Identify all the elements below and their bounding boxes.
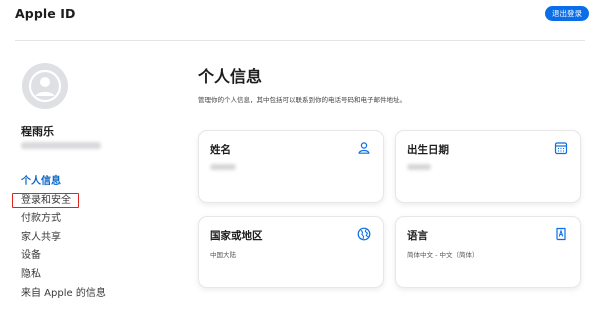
header-divider [15,40,585,41]
redacted-birthday [407,164,431,170]
globe-icon [357,227,371,241]
top-bar: Apple ID 退出登录 [0,0,600,28]
card-title-country-region: 国家或地区 [210,230,263,242]
sidebar-item-privacy[interactable]: 隐私 [21,266,106,285]
redacted-name [210,164,236,170]
card-birthday[interactable]: 出生日期 [395,130,581,203]
language-book-icon [554,227,568,241]
card-title-language: 语言 [407,230,428,242]
card-name[interactable]: 姓名 [198,130,384,203]
page-title: 个人信息 [198,67,263,86]
highlight-annotation-box [12,193,79,208]
card-language[interactable]: 语言 简体中文 - 中文（简体） [395,216,581,288]
sidebar-item-family-sharing[interactable]: 家人共享 [21,229,106,248]
redacted-email [21,142,101,149]
calendar-icon [554,141,568,155]
avatar[interactable] [22,63,68,109]
card-value-language: 简体中文 - 中文（简体） [407,251,479,259]
card-title-birthday: 出生日期 [407,144,449,156]
sidebar-item-payment-methods[interactable]: 付款方式 [21,210,106,229]
user-name: 程雨乐 [21,125,54,138]
sidebar-item-from-apple[interactable]: 来自 Apple 的信息 [21,285,106,304]
card-title-name: 姓名 [210,144,231,156]
person-silhouette-icon [28,69,62,103]
card-value-country-region: 中国大陆 [210,251,236,259]
app-title: Apple ID [15,6,76,21]
sidebar-item-personal-info[interactable]: 个人信息 [21,173,106,192]
card-country-region[interactable]: 国家或地区 中国大陆 [198,216,384,288]
page-description: 管理你的个人信息，其中包括可以联系到你的电话号码和电子邮件地址。 [198,96,406,104]
person-icon [357,141,371,155]
sidebar-item-devices[interactable]: 设备 [21,247,106,266]
sign-out-button[interactable]: 退出登录 [545,6,589,21]
